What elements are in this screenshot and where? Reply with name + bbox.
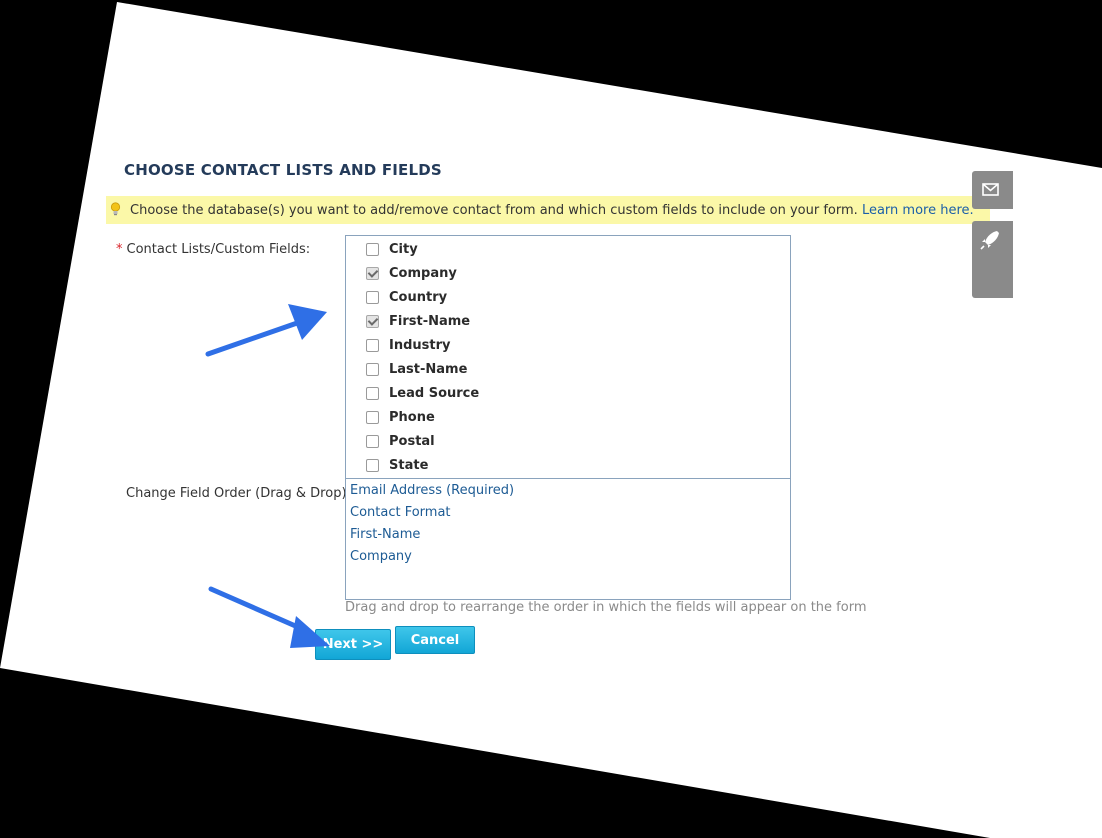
cancel-button[interactable]: Cancel bbox=[395, 626, 475, 654]
field-option[interactable]: Company bbox=[366, 263, 457, 283]
field-option[interactable]: Phone bbox=[366, 407, 435, 427]
field-option[interactable]: Lead Source bbox=[366, 383, 479, 403]
contact-fields-list[interactable]: City Company Country First-Name Industry Last… bbox=[345, 235, 791, 479]
field-option-label: First-Name bbox=[389, 313, 471, 329]
next-button[interactable]: Next >> bbox=[315, 629, 391, 660]
field-order-hint: Drag and drop to rearrange the order in … bbox=[345, 600, 867, 615]
field-option[interactable]: Industry bbox=[366, 335, 451, 355]
section-title: CHOOSE CONTACT LISTS AND FIELDS bbox=[124, 161, 442, 179]
field-option-label: Company bbox=[389, 265, 457, 281]
email-side-button[interactable] bbox=[972, 171, 1013, 209]
launch-side-button[interactable] bbox=[972, 221, 1013, 298]
field-option[interactable]: State bbox=[366, 455, 428, 475]
field-option[interactable]: Postal bbox=[366, 431, 435, 451]
field-order-label: Change Field Order (Drag & Drop): bbox=[126, 486, 351, 501]
rocket-icon bbox=[980, 231, 999, 250]
checkbox[interactable] bbox=[366, 338, 379, 352]
field-order-item[interactable]: Contact Format bbox=[350, 505, 451, 520]
field-option[interactable]: Last-Name bbox=[366, 359, 467, 379]
field-option[interactable]: City bbox=[366, 239, 418, 259]
field-option-label: Lead Source bbox=[389, 385, 480, 401]
checkbox[interactable] bbox=[366, 266, 379, 280]
checkbox[interactable] bbox=[366, 410, 379, 424]
field-order-item[interactable]: Company bbox=[350, 549, 412, 564]
field-order-item[interactable]: Email Address (Required) bbox=[350, 483, 514, 498]
contact-lists-label: * Contact Lists/Custom Fields: bbox=[116, 242, 310, 257]
field-option-label: Postal bbox=[389, 433, 435, 449]
field-option-label: Phone bbox=[389, 409, 435, 425]
tip-text: Choose the database(s) you want to add/r… bbox=[130, 203, 974, 218]
required-marker: * bbox=[116, 242, 123, 257]
checkbox[interactable] bbox=[366, 362, 379, 376]
tip-message: Choose the database(s) you want to add/r… bbox=[130, 203, 858, 218]
field-option-label: Industry bbox=[389, 337, 451, 353]
field-option-label: Last-Name bbox=[389, 361, 468, 377]
field-option-label: State bbox=[389, 457, 429, 473]
checkbox[interactable] bbox=[366, 386, 379, 400]
contact-lists-label-text: Contact Lists/Custom Fields: bbox=[126, 242, 311, 257]
envelope-icon bbox=[982, 183, 999, 196]
checkbox[interactable] bbox=[366, 290, 379, 304]
field-order-list[interactable]: Email Address (Required) Contact Format Fi… bbox=[345, 478, 791, 600]
field-option[interactable]: First-Name bbox=[366, 311, 470, 331]
checkbox[interactable] bbox=[366, 314, 379, 328]
field-option-label: Country bbox=[389, 289, 448, 305]
field-option-label: City bbox=[389, 241, 418, 257]
learn-more-link[interactable]: Learn more here. bbox=[862, 203, 974, 218]
checkbox[interactable] bbox=[366, 242, 379, 256]
checkbox[interactable] bbox=[366, 434, 379, 448]
field-option[interactable]: Country bbox=[366, 287, 447, 307]
field-order-item[interactable]: First-Name bbox=[350, 527, 420, 542]
lightbulb-icon bbox=[110, 202, 121, 216]
checkbox[interactable] bbox=[366, 458, 379, 472]
